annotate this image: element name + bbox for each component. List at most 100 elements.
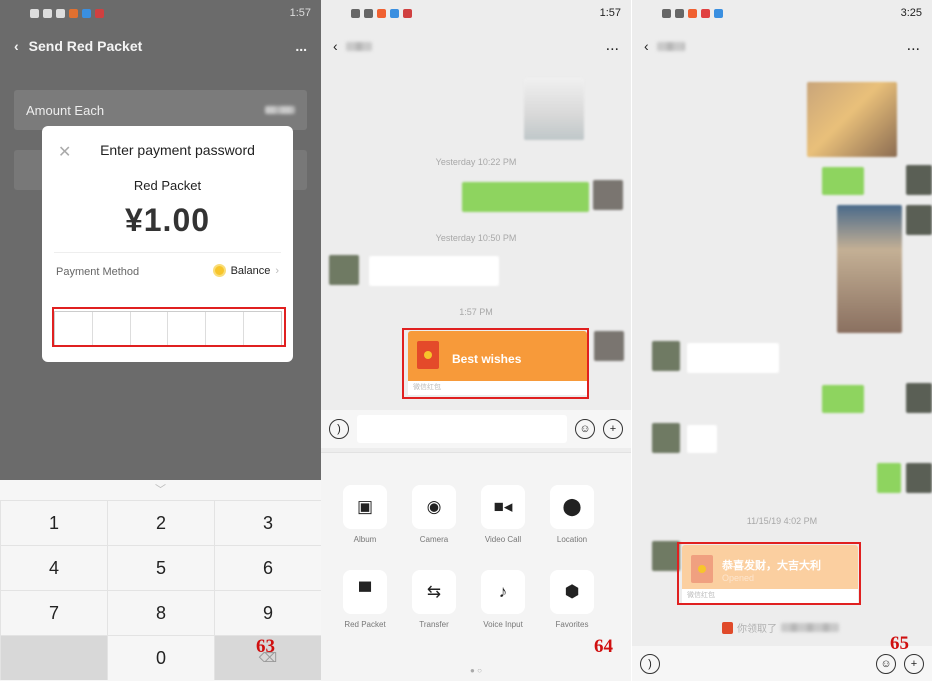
tool-label: Album	[353, 535, 377, 544]
tool-camera[interactable]: ◉ Camera	[403, 485, 465, 544]
more-tools-tray: ▣ Album ◉ Camera ■◂ Video Call ⬤ Location ▀ Red P…	[321, 452, 631, 681]
avatar[interactable]	[593, 180, 623, 210]
back-icon[interactable]: ‹	[644, 38, 649, 54]
back-icon[interactable]: ‹	[333, 38, 338, 54]
input-bar: ) ☺ +	[321, 410, 631, 448]
avatar[interactable]	[906, 383, 932, 413]
contact-name	[656, 41, 685, 51]
emoji-icon[interactable]: ☺	[575, 419, 595, 439]
tool-transfer[interactable]: ⇆ Transfer	[403, 570, 465, 629]
status-time: 3:25	[900, 7, 922, 19]
amount-each-row[interactable]: Amount Each	[14, 90, 307, 130]
tool-video-call[interactable]: ■◂ Video Call	[472, 485, 534, 544]
location-icon: ⬤	[550, 485, 594, 529]
favorites-icon: ⬢	[550, 570, 594, 614]
sent-message-bubble[interactable]	[877, 463, 901, 493]
claim-notice-text: 你领取了	[737, 624, 777, 635]
red-packet-icon: ▀	[343, 570, 387, 614]
sent-message-bubble[interactable]	[822, 385, 864, 413]
plus-icon[interactable]: +	[603, 419, 623, 439]
tool-location[interactable]: ⬤ Location	[541, 485, 603, 544]
sent-message-bubble[interactable]	[822, 167, 864, 195]
dialog-title: Enter payment password	[100, 142, 255, 158]
avatar[interactable]	[906, 165, 932, 195]
chevron-down-icon[interactable]: ﹀	[0, 480, 321, 500]
avatar[interactable]	[329, 255, 359, 285]
image-message[interactable]	[807, 82, 897, 157]
tool-label: Favorites	[555, 620, 589, 629]
avatar[interactable]	[906, 463, 932, 493]
tool-label: Location	[556, 535, 588, 544]
chat-screen-sending: 1:57 ‹ ... Yesterday 10:22 PM Yesterday …	[321, 0, 631, 681]
emoji-icon[interactable]: ☺	[876, 653, 896, 674]
album-icon: ▣	[343, 485, 387, 529]
highlight-box	[402, 328, 589, 399]
key-2[interactable]: 2	[107, 500, 214, 545]
avatar[interactable]	[652, 341, 680, 371]
received-message-bubble[interactable]	[687, 425, 717, 453]
dialog-subtitle: Red Packet	[133, 178, 202, 193]
avatar[interactable]	[594, 331, 624, 361]
status-time: 1:57	[599, 7, 621, 19]
key-1[interactable]: 1	[0, 500, 107, 545]
message-input[interactable]	[668, 650, 868, 678]
back-icon[interactable]: ‹	[14, 38, 19, 54]
highlight-box	[52, 307, 286, 347]
sent-message-bubble[interactable]	[462, 182, 589, 212]
more-icon[interactable]: ...	[295, 38, 307, 54]
empty-key	[0, 635, 107, 680]
key-6[interactable]: 6	[214, 545, 321, 590]
tool-favorites[interactable]: ⬢ Favorites	[541, 570, 603, 629]
tool-red-packet[interactable]: ▀ Red Packet	[334, 570, 396, 629]
timestamp: Yesterday 10:22 PM	[435, 157, 517, 167]
image-message[interactable]	[524, 78, 584, 140]
image-message[interactable]	[837, 205, 902, 333]
balance-coin-icon	[212, 264, 226, 277]
key-3[interactable]: 3	[214, 500, 321, 545]
tool-label: Video Call	[484, 535, 522, 544]
amount-each-label: Amount Each	[26, 102, 105, 118]
key-0[interactable]: 0	[107, 635, 214, 680]
tool-voice-input[interactable]: ♪ Voice Input	[472, 570, 534, 629]
status-bar: 1:57	[0, 0, 321, 26]
input-bar: ) ☺ +	[632, 646, 932, 681]
payment-method-selector[interactable]: Balance ›	[212, 264, 279, 277]
voice-icon[interactable]: )	[329, 419, 349, 439]
voice-icon[interactable]: )	[640, 653, 660, 674]
tool-label: Voice Input	[483, 620, 523, 629]
status-bar: 1:57	[321, 0, 631, 26]
divider	[54, 252, 281, 253]
avatar[interactable]	[652, 423, 680, 453]
key-5[interactable]: 5	[107, 545, 214, 590]
voice-input-icon: ♪	[481, 570, 525, 614]
step-number: 63	[256, 636, 275, 657]
avatar[interactable]	[652, 541, 680, 571]
key-4[interactable]: 4	[0, 545, 107, 590]
step-number: 65	[890, 633, 909, 654]
received-message-bubble[interactable]	[369, 256, 499, 286]
status-time: 1:57	[289, 7, 311, 19]
tool-label: Red Packet	[344, 620, 386, 629]
key-7[interactable]: 7	[0, 590, 107, 635]
key-9[interactable]: 9	[214, 590, 321, 635]
payment-method-label: Payment Method	[56, 266, 140, 278]
camera-icon: ◉	[412, 485, 456, 529]
more-icon[interactable]: ...	[606, 37, 619, 55]
timestamp: Yesterday 10:50 PM	[435, 233, 517, 243]
nav-bar: ‹ Send Red Packet ...	[0, 26, 321, 66]
tool-album[interactable]: ▣ Album	[334, 485, 396, 544]
message-input[interactable]	[357, 415, 567, 443]
plus-icon[interactable]: +	[904, 653, 924, 674]
video-call-icon: ■◂	[481, 485, 525, 529]
more-icon[interactable]: ...	[907, 37, 920, 55]
contact-name	[345, 41, 372, 51]
page-title: Send Red Packet	[28, 38, 143, 54]
step-number: 64	[594, 636, 613, 657]
page-indicator: ● ○	[470, 666, 482, 675]
avatar[interactable]	[906, 205, 932, 235]
tool-label: Camera	[419, 535, 449, 544]
key-8[interactable]: 8	[107, 590, 214, 635]
timestamp: 1:57 PM	[459, 307, 493, 317]
payment-method-value: Balance	[230, 264, 271, 277]
received-message-bubble[interactable]	[687, 343, 779, 373]
